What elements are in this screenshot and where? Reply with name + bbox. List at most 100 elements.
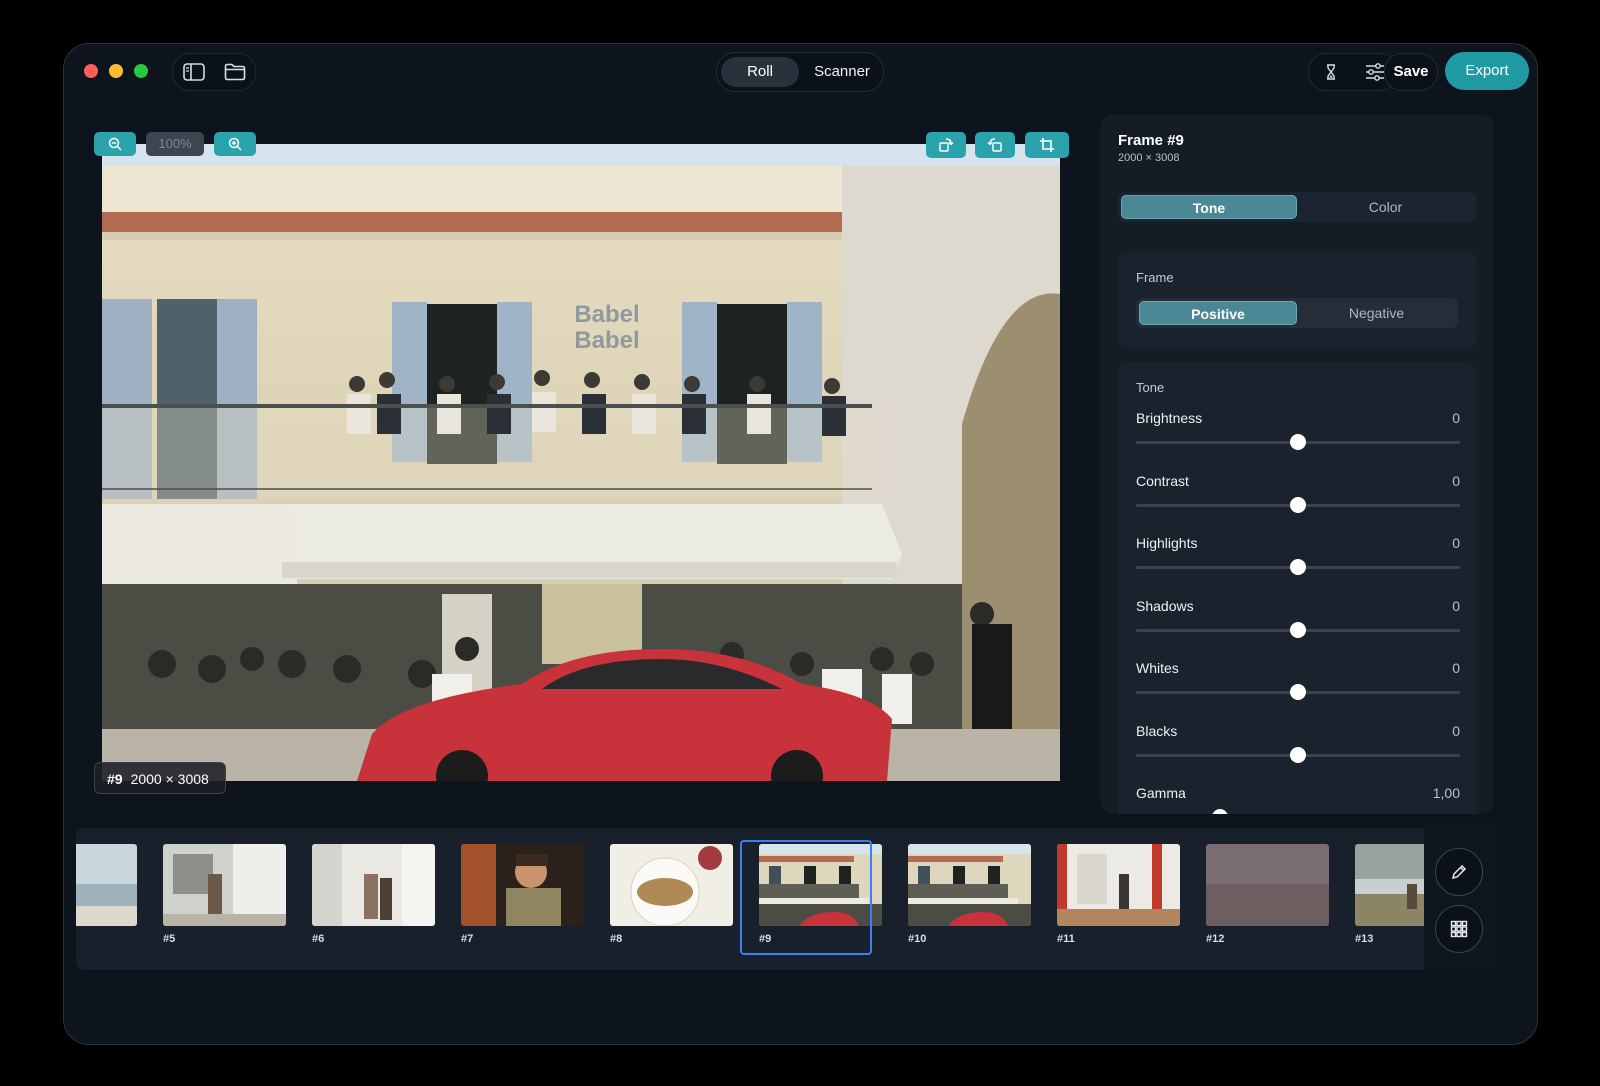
panel-title: Frame #9 [1118, 132, 1184, 149]
filmstrip-frame[interactable] [76, 844, 137, 926]
hourglass-icon [1327, 64, 1335, 80]
svg-text:Babel: Babel [574, 327, 639, 354]
rotate-left-icon [987, 138, 1002, 152]
tone-section-label: Tone [1136, 380, 1165, 395]
frame-thumbnail [163, 844, 286, 926]
frame-thumbnail [461, 844, 584, 926]
slider-value: 0 [1452, 660, 1460, 676]
slider-label: Highlights [1136, 535, 1198, 551]
filmstrip-tools [1424, 828, 1496, 970]
slider-label: Brightness [1136, 410, 1203, 426]
panel-tabs: Tone Color [1118, 192, 1476, 222]
zoom-level: 100% [146, 132, 204, 156]
history-button[interactable] [1309, 54, 1353, 90]
filmstrip-frame-label: #11 [1057, 933, 1075, 945]
grid-view-button[interactable] [1435, 905, 1483, 953]
tab-color[interactable]: Color [1298, 195, 1473, 219]
rotate-counterclockwise-button[interactable] [975, 132, 1015, 158]
frame-section-label: Frame [1136, 270, 1174, 285]
negative-option[interactable]: Negative [1298, 301, 1455, 325]
folder-icon [224, 63, 245, 81]
tab-scanner[interactable]: Scanner [805, 57, 879, 87]
app-window: Roll Scanner Save Export Babel Babel 100… [63, 43, 1538, 1045]
slider-thumb[interactable] [1290, 621, 1306, 638]
slider-thumb[interactable] [1290, 559, 1306, 575]
frame-thumbnail [76, 844, 137, 926]
sidebar-toggle-button[interactable] [173, 54, 214, 90]
tab-tone[interactable]: Tone [1121, 195, 1297, 219]
slider-thumb[interactable] [1290, 434, 1306, 450]
slider-shadows: Shadows 0 [1136, 598, 1460, 648]
filmstrip-frame-label: #12 [1206, 933, 1225, 945]
toolbar-left-group [172, 53, 256, 91]
filmstrip[interactable]: #5 #6 #7 #8 #9 #10 #11 #12 #13 [76, 828, 1494, 970]
slider-value: 0 [1452, 410, 1460, 426]
slider-contrast: Contrast 0 [1136, 473, 1460, 523]
zoom-in-icon [228, 137, 242, 151]
filmstrip-frame-label: #8 [610, 933, 623, 945]
slider-highlights: Highlights 0 [1136, 535, 1460, 585]
slider-label: Contrast [1136, 472, 1189, 489]
crop-button[interactable] [1025, 132, 1069, 158]
slider-value: 0 [1452, 597, 1460, 614]
filmstrip-frame-label: #13 [1355, 933, 1374, 945]
open-folder-button[interactable] [214, 54, 255, 90]
slider-thumb[interactable] [1290, 746, 1306, 763]
selected-frame-outline [740, 840, 872, 955]
close-window-button[interactable] [84, 64, 98, 78]
slider-thumb[interactable] [1212, 809, 1229, 814]
filmstrip-frame[interactable] [1206, 844, 1329, 926]
frame-thumbnail [908, 844, 1031, 926]
positive-option[interactable]: Positive [1139, 301, 1297, 325]
slider-value: 0 [1452, 722, 1460, 739]
filmstrip-frame[interactable] [163, 844, 286, 926]
tab-roll[interactable]: Roll [721, 57, 799, 87]
filmstrip-frame[interactable] [1057, 844, 1180, 926]
frame-thumbnail [1057, 844, 1180, 926]
filmstrip-frame-label: #6 [312, 933, 325, 945]
slider-gamma: Gamma 1,00 [1136, 785, 1460, 814]
edit-button[interactable] [1435, 848, 1483, 896]
edit-icon [1451, 864, 1467, 880]
frame-badge-dimensions: 2000 × 3008 [130, 771, 209, 787]
sliders-icon [1366, 63, 1384, 81]
frame-thumbnail [610, 844, 733, 926]
save-button[interactable]: Save [1384, 53, 1438, 91]
slider-label: Shadows [1136, 597, 1194, 614]
grid-icon [1450, 920, 1468, 938]
rotate-clockwise-button[interactable] [926, 132, 966, 158]
tone-section: Tone Brightness 0 Contrast 0 Highlights 0 Shad… [1118, 362, 1476, 814]
slider-label: Blacks [1136, 722, 1178, 739]
filmstrip-frame[interactable] [908, 844, 1031, 926]
adjustments-panel: Frame #9 2000 × 3008 Tone Color Frame Po… [1100, 114, 1494, 814]
photo-image: Babel Babel [102, 144, 1060, 781]
slider-value: 0 [1452, 472, 1460, 489]
frame-thumbnail [312, 844, 435, 926]
minimize-window-button[interactable] [109, 64, 123, 78]
photo-canvas[interactable]: Babel Babel [102, 144, 1060, 781]
mode-switch: Roll Scanner [716, 52, 884, 92]
svg-text:Babel: Babel [574, 301, 639, 328]
slider-thumb[interactable] [1290, 684, 1306, 700]
zoom-in-button[interactable] [214, 132, 256, 156]
slider-whites: Whites 0 [1136, 660, 1460, 710]
slider-thumb[interactable] [1290, 496, 1306, 513]
slider-label: Gamma [1136, 785, 1186, 801]
frame-type-switch: Positive Negative [1136, 298, 1458, 328]
filmstrip-frame[interactable] [312, 844, 435, 926]
filmstrip-frame-label: #5 [163, 933, 176, 945]
filmstrip-frame-label: #7 [461, 933, 474, 945]
frame-section: Frame Positive Negative [1118, 252, 1476, 348]
rotate-right-icon [939, 138, 954, 152]
slider-value: 0 [1452, 535, 1460, 551]
filmstrip-frame[interactable] [610, 844, 733, 926]
sidebar-icon [182, 63, 205, 81]
filmstrip-frame[interactable] [461, 844, 584, 926]
export-button[interactable]: Export [1445, 52, 1529, 90]
slider-blacks: Blacks 0 [1136, 723, 1460, 773]
filmstrip-frame-label: #10 [908, 933, 927, 945]
crop-icon [1040, 138, 1054, 152]
zoom-out-button[interactable] [94, 132, 136, 156]
zoom-window-button[interactable] [134, 64, 148, 78]
panel-dimensions: 2000 × 3008 [1118, 152, 1180, 164]
